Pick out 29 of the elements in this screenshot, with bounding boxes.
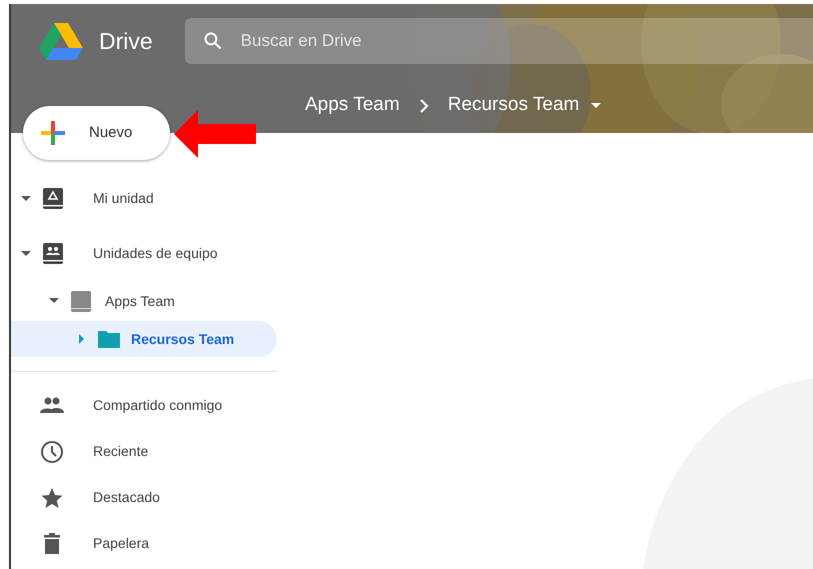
caret-down-icon[interactable] bbox=[49, 298, 59, 304]
nav-item[interactable]: Destacado bbox=[11, 474, 277, 520]
caret-right-icon[interactable] bbox=[79, 334, 85, 344]
nav-item[interactable]: Reciente bbox=[11, 428, 277, 474]
drive-icon bbox=[69, 290, 93, 312]
caret-down-icon[interactable] bbox=[21, 196, 31, 202]
tree-item[interactable]: Recursos Team bbox=[11, 321, 277, 357]
breadcrumb-dropdown[interactable]: Recursos Team bbox=[448, 91, 602, 120]
clock-icon bbox=[40, 440, 64, 462]
new-button[interactable]: Nuevo bbox=[23, 106, 170, 160]
search-bar[interactable]: Buscar en Drive bbox=[184, 18, 813, 64]
shared-drive-icon bbox=[41, 242, 65, 265]
nav-item[interactable]: Papelera bbox=[11, 520, 277, 566]
pointer-arrow-icon bbox=[174, 110, 256, 158]
plus-icon bbox=[41, 121, 65, 145]
tree-item[interactable]: Mi unidad bbox=[11, 171, 277, 226]
drive-logo-icon bbox=[39, 22, 83, 60]
star-icon bbox=[40, 486, 64, 508]
caret-down-icon[interactable] bbox=[21, 250, 31, 256]
tree-item[interactable]: Unidades de equipo bbox=[11, 226, 277, 281]
nav-item[interactable]: Compartido conmigo bbox=[11, 382, 277, 428]
app-name: Drive bbox=[99, 26, 153, 56]
tree-item[interactable]: Apps Team bbox=[11, 281, 277, 321]
chevron-right-icon bbox=[418, 98, 430, 112]
search-input[interactable]: Buscar en Drive bbox=[238, 27, 813, 55]
breadcrumb-link[interactable]: Apps Team bbox=[305, 91, 400, 120]
hard-drive-icon bbox=[41, 187, 65, 210]
search-icon bbox=[202, 31, 223, 51]
caret-down-icon bbox=[591, 102, 602, 108]
